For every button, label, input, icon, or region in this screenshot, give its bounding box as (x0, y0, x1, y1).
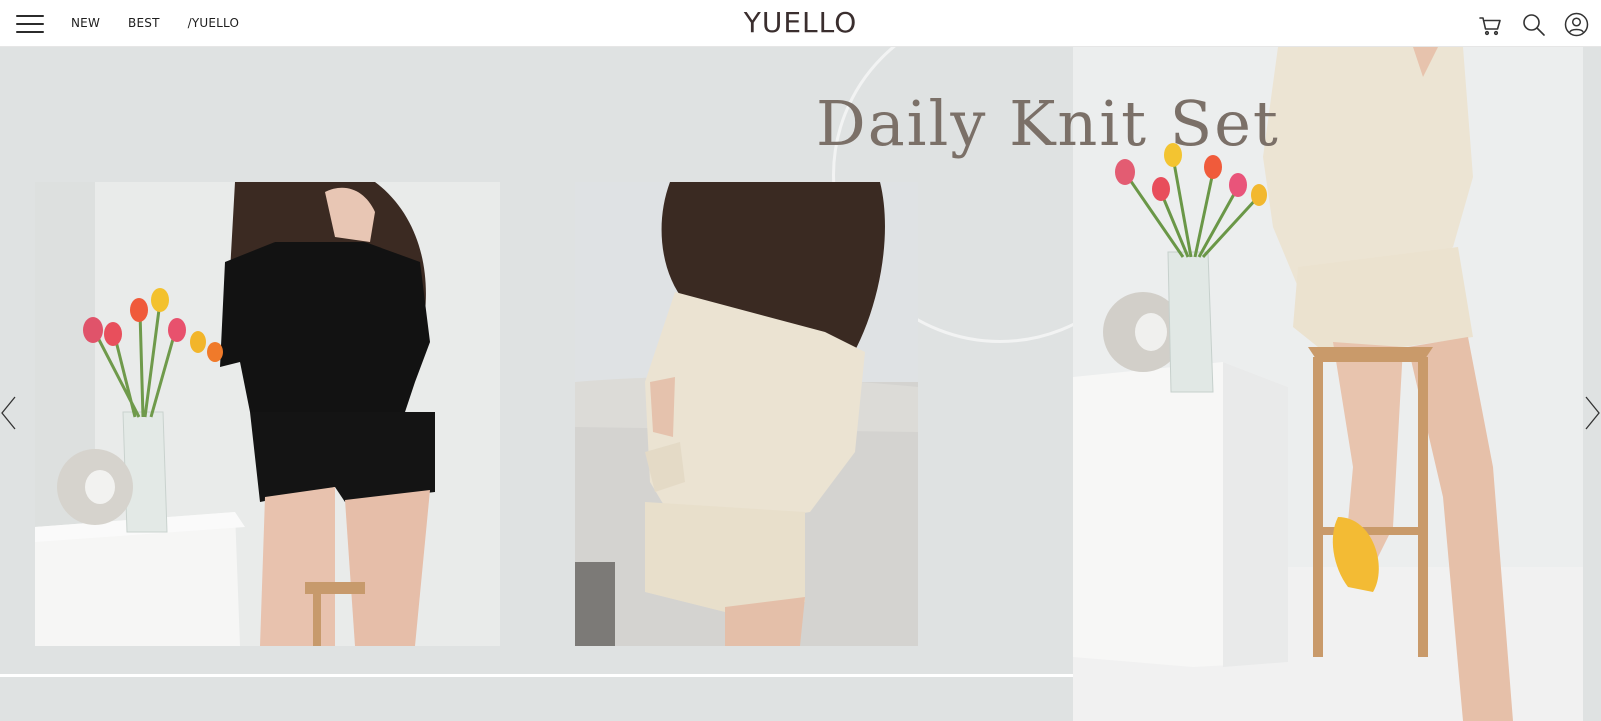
menu-icon[interactable] (16, 15, 44, 33)
product-photo-beige-back[interactable] (575, 182, 918, 646)
main-nav: NEW BEST /YUELLO (71, 16, 267, 30)
nav-best-link[interactable]: BEST (128, 16, 160, 30)
product-photo-black-set[interactable] (35, 182, 500, 646)
chevron-left-icon[interactable] (0, 395, 18, 431)
cart-icon[interactable] (1478, 12, 1503, 37)
hero-right-strip (1583, 47, 1601, 721)
search-icon[interactable] (1521, 12, 1546, 37)
site-header: NEW BEST /YUELLO YUELLO (0, 0, 1601, 47)
site-logo[interactable]: YUELLO (744, 6, 858, 39)
nav-yuello-link[interactable]: /YUELLO (188, 16, 240, 30)
header-icons (1478, 12, 1589, 37)
hero-banner: Daily Knit Set (0, 47, 1601, 721)
nav-new-link[interactable]: NEW (71, 16, 100, 30)
hero-title: Daily Knit Set (816, 87, 1280, 160)
user-icon[interactable] (1564, 12, 1589, 37)
chevron-right-icon[interactable] (1583, 395, 1601, 431)
